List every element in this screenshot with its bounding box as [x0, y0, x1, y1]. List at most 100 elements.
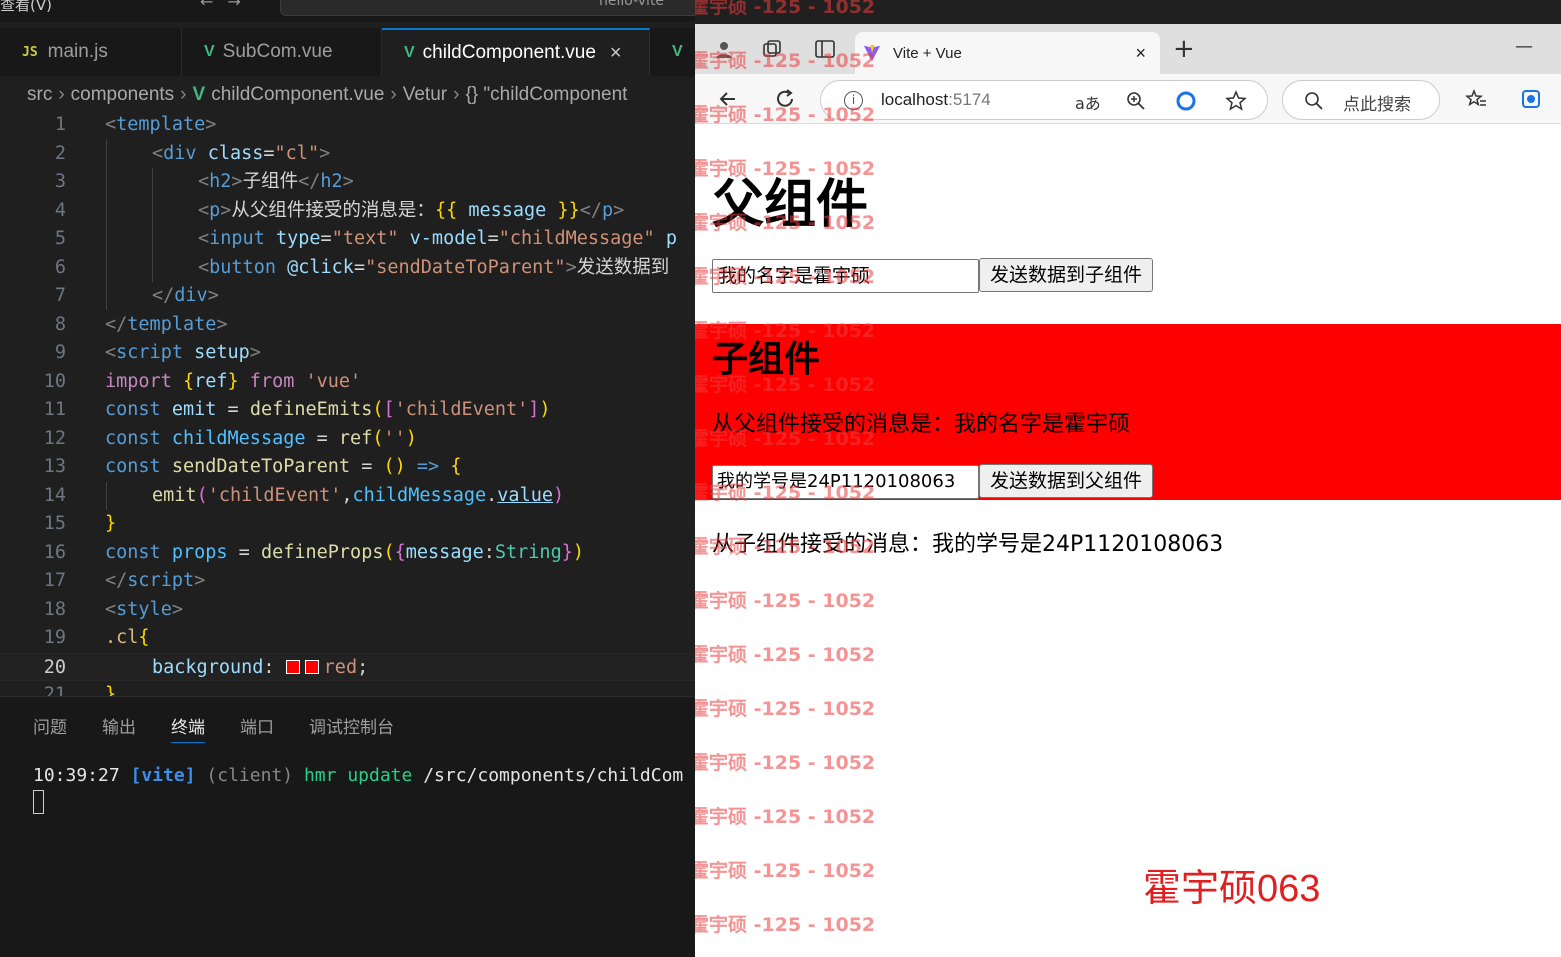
search-field[interactable]: 点此搜索 [1282, 80, 1440, 120]
color-swatch-icon[interactable] [304, 659, 319, 674]
browser-tab-active[interactable]: Vite + Vue × [855, 32, 1160, 74]
address-bar: i localhost:5174 aあ 点此搜索 [695, 74, 1561, 124]
code-line: 19 .cl{ [43, 627, 150, 648]
code-line: 6 <button @click="sendDateToParent">发送数据到 [54, 256, 670, 278]
code-line: 13 const sendDateToParent = () => { [43, 456, 462, 477]
chevron-right-icon: › [390, 84, 397, 105]
panel-tab-output[interactable]: 输出 [102, 713, 136, 738]
code-line-current: 20 background: red; [0, 652, 695, 681]
vertical-tabs-icon[interactable] [814, 38, 836, 60]
vscode-window: 查看(V) ··· ←→ hello-vite JS main.js V Sub… [0, 0, 695, 957]
color-swatch-icon[interactable] [285, 659, 300, 674]
code-line: 2 <div class="cl"> [54, 142, 331, 164]
chevron-right-icon: › [453, 84, 460, 105]
nav-arrows-icon[interactable]: ←→ [200, 0, 255, 11]
child-received-message: 从父组件接受的消息是：我的名字是霍宇硕 [712, 412, 1131, 437]
tab-title: Vite + Vue [893, 44, 962, 62]
breadcrumb: src › components › VchildComponent.vue › Ve… [0, 80, 695, 110]
vue-file-icon: V [204, 43, 215, 60]
more-menu-icon[interactable]: ··· [88, 0, 101, 8]
browser-window: Vite + Vue × + — i localhost:5174 aあ 点此搜… [695, 0, 1561, 957]
vue-file-icon: V [192, 84, 206, 105]
code-line: 9 <script setup> [54, 342, 261, 363]
code-line: 8 </template> [54, 313, 228, 335]
tab-label: SubCom.vue [222, 41, 333, 62]
code-line: 12 const childMessage = ref('') [43, 427, 417, 449]
child-component: 子组件 从父组件接受的消息是：我的名字是霍宇硕 我的学号是24P11201080… [695, 324, 1561, 500]
code-line: 16 const props = defineProps({message:Str… [43, 541, 584, 563]
code-line: 4 <p>从父组件接受的消息是：{{ message }}</p> [54, 199, 625, 221]
child-message-input[interactable]: 我的学号是24P1120108063 [712, 465, 979, 499]
close-tab-icon[interactable]: × [1135, 43, 1146, 64]
js-file-icon: JS [22, 44, 38, 60]
search-icon [1305, 92, 1323, 110]
new-tab-button[interactable]: + [1173, 34, 1195, 64]
refresh-icon[interactable] [774, 88, 796, 110]
code-line: 1 <template> [54, 114, 217, 135]
tab-label: main.js [47, 41, 108, 62]
panel-tab-problems[interactable]: 问题 [33, 713, 67, 738]
favorites-icon[interactable] [1465, 88, 1487, 110]
read-aloud-icon[interactable]: aあ [1075, 90, 1101, 114]
favorite-star-icon[interactable] [1225, 90, 1247, 112]
tab-subcom-vue[interactable]: V SubCom.vue [182, 28, 382, 76]
page-content: 父组件 我的名字是霍宇硕 发送数据到子组件 子组件 从父组件接受的消息是：我的名… [695, 124, 1561, 957]
search-placeholder: 点此搜索 [1343, 95, 1411, 115]
signature-text: 霍宇硕063 [1143, 868, 1321, 910]
tab-label: childComponent.vue [422, 42, 596, 63]
send-to-child-button[interactable]: 发送数据到子组件 [979, 258, 1154, 292]
vue-file-icon: V [672, 43, 683, 60]
parent-message-input[interactable]: 我的名字是霍宇硕 [712, 259, 979, 293]
parent-received-message: 从子组件接受的消息：我的学号是24P1120108063 [712, 532, 1224, 557]
copilot-icon[interactable] [1520, 88, 1542, 110]
site-info-icon[interactable]: i [844, 91, 863, 110]
editor-tabs: JS main.js V SubCom.vue V childComponent… [0, 28, 695, 76]
code-line: 3 <h2>子组件</h2> [54, 171, 354, 192]
close-tab-icon[interactable]: × [610, 42, 622, 65]
send-to-parent-button[interactable]: 发送数据到父组件 [979, 464, 1154, 498]
url-field[interactable]: i localhost:5174 aあ [820, 80, 1268, 120]
vite-logo-icon [863, 44, 881, 62]
child-heading: 子组件 [712, 339, 821, 380]
panel-tab-terminal[interactable]: 终端 [171, 713, 205, 743]
zoom-icon[interactable] [1125, 90, 1147, 112]
back-icon[interactable] [717, 88, 739, 110]
terminal-cursor [33, 790, 44, 814]
command-center[interactable]: hello-vite [280, 0, 695, 16]
breadcrumb-item[interactable]: src [27, 84, 52, 106]
breadcrumb-item[interactable]: components [71, 84, 175, 106]
minimize-button[interactable]: — [1515, 36, 1533, 57]
code-line: 10 import {ref} from 'vue' [43, 370, 362, 392]
menu-view[interactable]: 查看(V) [0, 0, 52, 15]
browser-tab-bar: Vite + Vue × + — [695, 24, 1561, 74]
profile-icon[interactable] [713, 38, 735, 60]
chevron-right-icon: › [180, 84, 187, 105]
panel-tab-debug-console[interactable]: 调试控制台 [309, 713, 394, 738]
tab-overflow[interactable]: V [650, 28, 695, 76]
vue-file-icon: V [404, 44, 415, 61]
collections-icon[interactable] [761, 38, 783, 60]
terminal-output[interactable]: 10:39:27 [vite] (client) hmr update /src… [33, 765, 683, 786]
edge-icon[interactable] [1175, 90, 1197, 112]
code-line: 15} [43, 513, 117, 534]
taskbar-strip [695, 0, 1561, 24]
breadcrumb-item[interactable]: childComponent.vue [211, 84, 384, 106]
tab-main-js[interactable]: JS main.js [0, 28, 182, 76]
title-bar: 查看(V) ··· ←→ hello-vite [0, 0, 695, 22]
tab-childcomponent-vue[interactable]: V childComponent.vue × [382, 28, 650, 76]
code-line: 14 emit('childEvent',childMessage.value) [43, 484, 565, 506]
url-text: localhost:5174 [881, 90, 991, 109]
breadcrumb-item[interactable]: {} "childComponent [465, 84, 627, 106]
parent-heading: 父组件 [712, 175, 869, 235]
breadcrumb-item[interactable]: Vetur [403, 84, 447, 106]
chevron-right-icon: › [58, 84, 65, 105]
panel-tab-ports[interactable]: 端口 [240, 713, 274, 738]
code-editor[interactable]: 1 <template> 2 <div class="cl"> 3 <h2>子组件</… [0, 111, 695, 696]
code-line: 5 <input type="text" v-model="childMessag… [54, 228, 677, 249]
code-line: 21} [43, 684, 117, 696]
bottom-panel: 问题 输出 终端 端口 调试控制台 10:39:27 [vite] (clien… [0, 696, 695, 957]
command-center-label: hello-vite [599, 0, 665, 9]
code-line: 11 const emit = defineEmits(['childEvent'… [43, 399, 551, 420]
code-line: 17 </script> [43, 570, 206, 591]
code-line: 7 </div> [54, 285, 219, 306]
